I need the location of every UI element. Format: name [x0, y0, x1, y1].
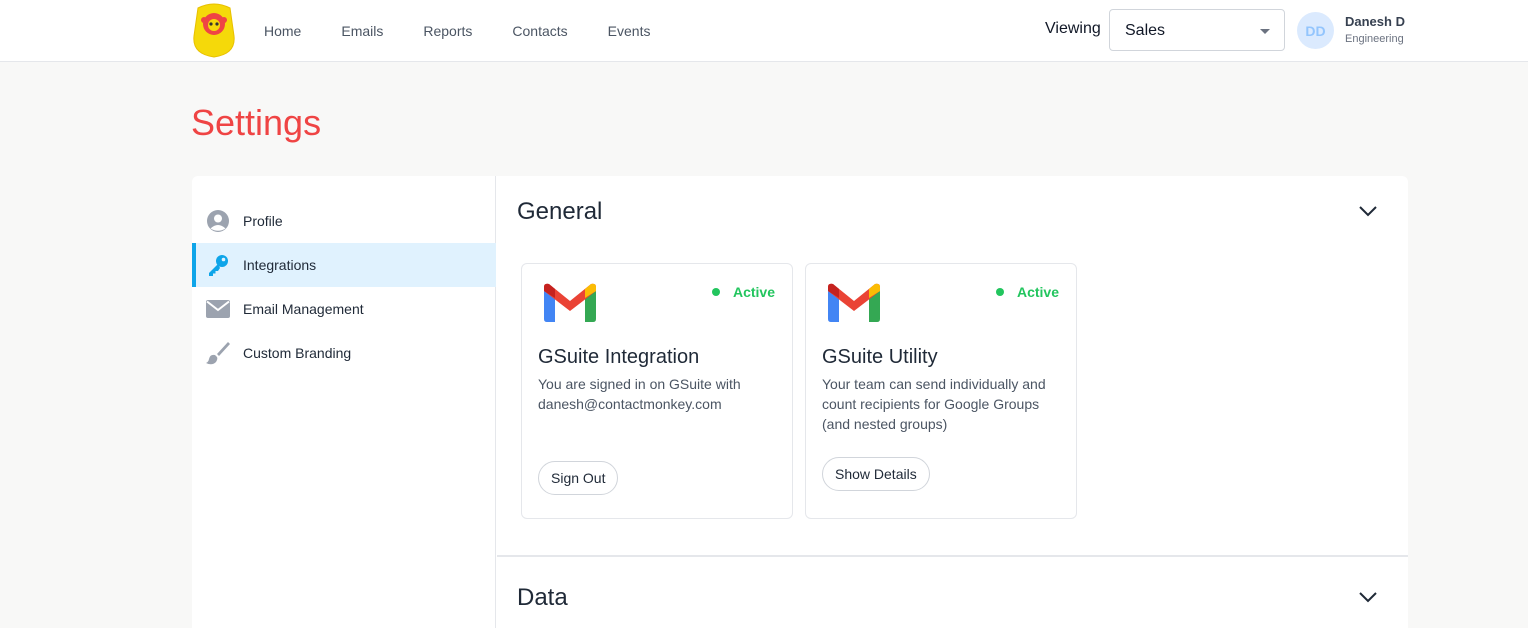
paintbrush-icon — [206, 342, 230, 365]
nav-home[interactable]: Home — [264, 23, 301, 39]
key-icon — [209, 255, 228, 276]
card-description: You are signed in on GSuite with danesh@… — [538, 376, 741, 412]
user-name[interactable]: Danesh D — [1345, 14, 1405, 29]
nav-contacts[interactable]: Contacts — [512, 23, 567, 39]
sidebar-item-custom-branding[interactable]: Custom Branding — [192, 331, 496, 375]
card-title: GSuite Integration — [538, 346, 700, 368]
status-badge: Active — [995, 284, 1059, 300]
nav-emails[interactable]: Emails — [341, 23, 383, 39]
status-label: Active — [732, 284, 775, 300]
gmail-icon — [544, 283, 596, 322]
section-divider — [497, 555, 1408, 557]
contactmonkey-logo[interactable] — [192, 2, 236, 58]
card-description: Your team can send individually and coun… — [822, 376, 1046, 432]
envelope-icon — [206, 300, 230, 318]
sign-out-button[interactable]: Sign Out — [538, 461, 619, 495]
integration-card-gsuite: Active GSuite Integration You are signed… — [521, 263, 793, 519]
status-badge: Active — [711, 284, 775, 300]
sidebar-item-label: Integrations — [243, 257, 317, 273]
status-label: Active — [1016, 284, 1059, 300]
nav-events[interactable]: Events — [608, 23, 651, 39]
main-nav: Home Emails Reports Contacts Events — [264, 0, 690, 62]
user-avatar[interactable]: DD — [1297, 12, 1334, 49]
sidebar-item-email-management[interactable]: Email Management — [192, 287, 496, 331]
integration-card-gsuite-utility: Active GSuite Utility Your team can send… — [805, 263, 1077, 519]
top-bar: Home Emails Reports Contacts Events View… — [0, 0, 1528, 62]
status-dot-icon — [995, 288, 1004, 296]
sidebar-item-integrations[interactable]: Integrations — [192, 243, 496, 287]
section-title-data: Data — [517, 584, 568, 611]
settings-sidebar: Profile Integrations Email Management Cu… — [192, 176, 496, 628]
viewing-label: Viewing — [1045, 20, 1101, 37]
sidebar-item-profile[interactable]: Profile — [192, 199, 496, 243]
section-title-general: General — [517, 198, 603, 225]
settings-panel: Profile Integrations Email Management Cu… — [192, 176, 1408, 628]
chevron-down-icon[interactable] — [1358, 205, 1378, 217]
chevron-down-icon[interactable] — [1358, 591, 1378, 603]
show-details-button[interactable]: Show Details — [822, 457, 930, 491]
nav-reports[interactable]: Reports — [423, 23, 472, 39]
sidebar-item-label: Profile — [243, 213, 283, 229]
caret-down-icon — [1260, 29, 1270, 34]
user-department: Engineering — [1345, 33, 1404, 45]
user-circle-icon — [207, 210, 229, 232]
status-dot-icon — [711, 288, 720, 296]
sidebar-item-label: Email Management — [243, 301, 364, 317]
card-title: GSuite Utility — [822, 346, 938, 368]
viewing-select[interactable]: Sales — [1109, 9, 1285, 51]
page-title: Settings — [191, 102, 322, 143]
gmail-icon — [828, 283, 880, 322]
viewing-select-value: Sales — [1125, 22, 1166, 39]
sidebar-item-label: Custom Branding — [243, 345, 352, 361]
